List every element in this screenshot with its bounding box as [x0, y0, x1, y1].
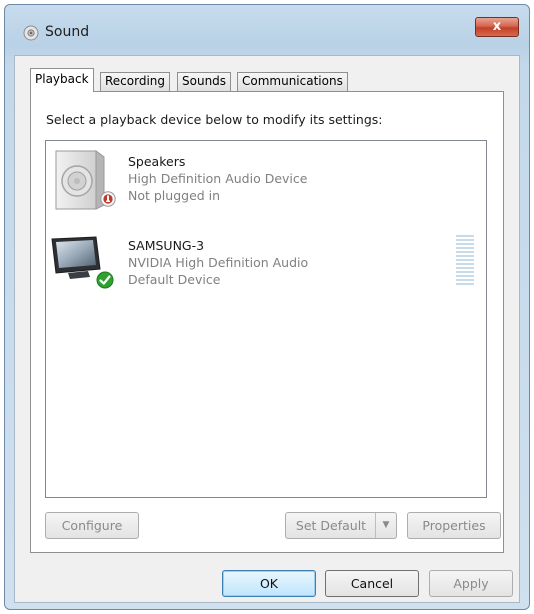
- cancel-button[interactable]: Cancel: [325, 570, 419, 597]
- cancel-label: Cancel: [350, 576, 394, 591]
- tab-label: Recording: [105, 74, 166, 88]
- tab-recording[interactable]: Recording: [100, 72, 171, 91]
- device-status: Not plugged in: [128, 188, 221, 203]
- device-status: Default Device: [128, 272, 221, 287]
- tab-communications[interactable]: Communications: [237, 72, 348, 91]
- apply-button[interactable]: Apply: [429, 570, 513, 597]
- device-name: Speakers: [128, 154, 186, 169]
- apply-label: Apply: [453, 576, 489, 591]
- close-button[interactable]: x: [475, 17, 519, 37]
- dialog-content: Playback Recording Sounds Communications…: [14, 55, 520, 603]
- window-title: Sound: [45, 24, 90, 40]
- close-icon: x: [492, 19, 502, 34]
- device-info: Speakers High Definition Audio Device No…: [128, 153, 307, 204]
- device-description: NVIDIA High Definition Audio: [128, 255, 309, 270]
- set-default-label: Set Default: [295, 518, 367, 533]
- device-item-speakers[interactable]: Speakers High Definition Audio Device No…: [46, 147, 486, 223]
- tab-label: Sounds: [182, 74, 227, 88]
- configure-label: Configure: [61, 518, 123, 533]
- properties-button[interactable]: Properties: [407, 512, 501, 539]
- configure-button[interactable]: Configure: [45, 512, 139, 539]
- properties-label: Properties: [422, 518, 486, 533]
- device-name: SAMSUNG-3: [128, 238, 205, 253]
- playback-panel: Select a playback device below to modify…: [30, 91, 504, 553]
- set-default-button[interactable]: Set Default ▼: [285, 512, 397, 539]
- default-check-icon: [96, 271, 114, 289]
- ok-label: OK: [259, 576, 279, 591]
- title-bar[interactable]: Sound x: [5, 5, 529, 61]
- tab-label: Communications: [242, 74, 343, 88]
- device-item-samsung[interactable]: SAMSUNG-3 NVIDIA High Definition Audio D…: [46, 231, 486, 307]
- sound-dialog-window: Sound x Playback Recording Sounds Commun…: [4, 4, 530, 610]
- device-description: High Definition Audio Device: [128, 171, 308, 186]
- instruction-text: Select a playback device below to modify…: [46, 112, 383, 127]
- tab-sounds[interactable]: Sounds: [177, 72, 232, 91]
- unplugged-badge-icon: [100, 191, 116, 207]
- ok-button[interactable]: OK: [222, 570, 316, 597]
- device-list[interactable]: Speakers High Definition Audio Device No…: [45, 140, 487, 498]
- chevron-down-icon[interactable]: ▼: [375, 513, 396, 538]
- speaker-app-icon: [23, 25, 39, 41]
- tab-label: Playback: [35, 72, 89, 86]
- volume-level-meter: [456, 235, 474, 287]
- device-info: SAMSUNG-3 NVIDIA High Definition Audio D…: [128, 237, 308, 288]
- tab-playback[interactable]: Playback: [30, 68, 94, 92]
